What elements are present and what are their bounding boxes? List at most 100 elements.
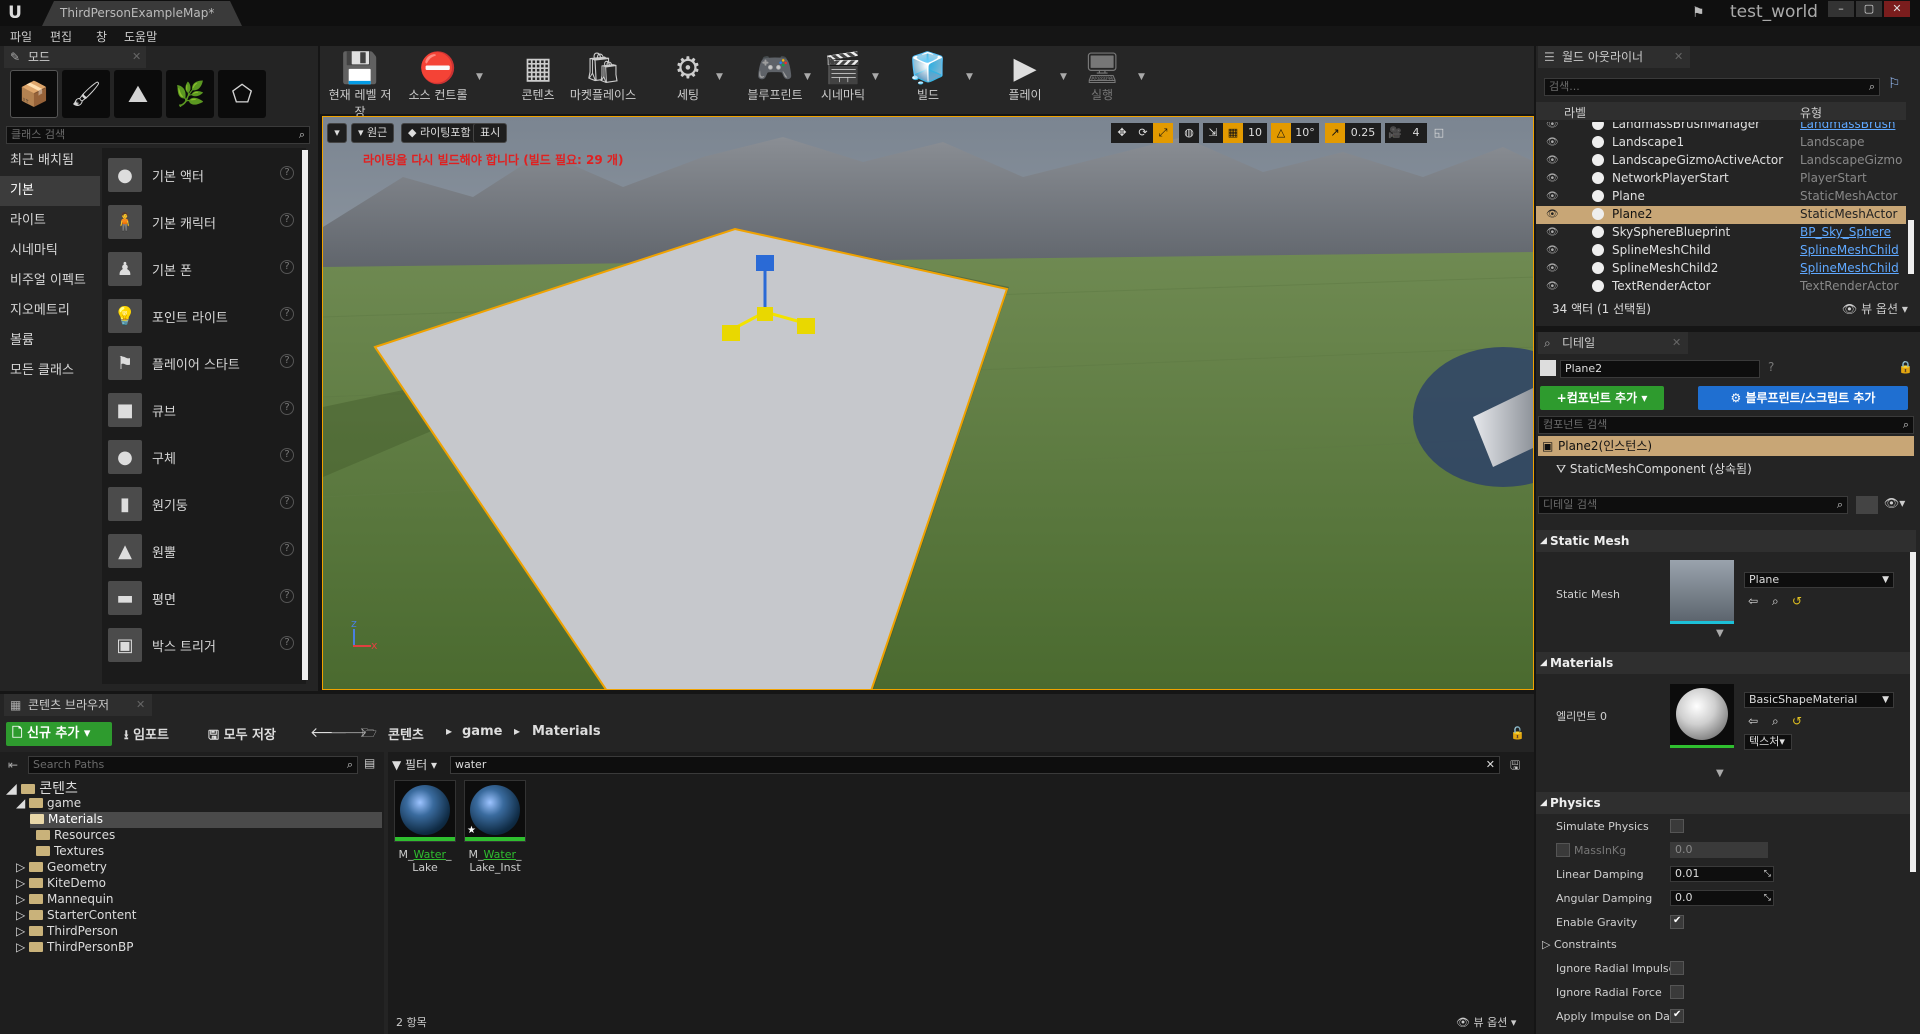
list-item[interactable]: ▮ 원기둥? [104,481,300,527]
play-button[interactable]: ▶ 플레이 [992,50,1058,110]
apply-impulse-checkbox[interactable] [1670,1009,1684,1023]
help-icon[interactable]: ? [280,354,294,368]
marketplace-button[interactable]: 🛍 마켓플레이스 [564,50,642,110]
rotation-snap-icon[interactable]: △ [1271,123,1291,143]
column-type-header[interactable]: 유형 [1800,104,1822,121]
outliner-row[interactable]: 👁 LandmassBrushManager LandmassBrush [1536,122,1906,134]
visibility-eye-icon[interactable]: 👁 [1546,227,1559,238]
texture-dropdown-button[interactable]: 텍스처▾ [1744,734,1792,750]
help-icon[interactable]: ? [280,307,294,321]
outliner-row[interactable]: 👁 SplineMeshChild SplineMeshChild [1536,242,1906,260]
material-thumbnail[interactable] [1670,684,1734,748]
tree-item[interactable]: ▷ Mannequin [16,892,114,908]
search-paths-input[interactable]: Search Paths ⌕ [28,756,358,774]
actor-type[interactable]: LandmassBrush [1800,122,1895,131]
property-matrix-icon[interactable] [1856,496,1878,514]
enable-gravity-checkbox[interactable] [1670,915,1684,929]
details-scrollbar[interactable] [1910,552,1916,872]
chevron-down-icon[interactable]: ▼ [1138,72,1145,82]
linear-damping-field[interactable]: 0.01 ⤡ [1670,866,1774,882]
scale-snap-value[interactable]: 0.25 [1345,123,1381,143]
section-physics[interactable]: ◢ Physics [1536,792,1916,814]
outliner-row[interactable]: 👁 TextRenderActor TextRenderActor [1536,278,1906,296]
collapse-sources-icon[interactable]: ⇤ [8,758,18,772]
list-item[interactable]: ♟ 기본 폰? [104,246,300,292]
tree-item[interactable]: ◢ game [16,796,81,812]
landscape-mode-icon[interactable]: ⛰ [114,70,162,118]
tab-close-icon[interactable]: ✕ [136,694,145,716]
close-icon[interactable]: ✕ [1884,1,1910,17]
menu-window[interactable]: 창 [96,28,107,45]
angular-damping-field[interactable]: 0.0 ⤡ [1670,890,1774,906]
help-icon[interactable]: ? [280,589,294,603]
category-cinematic[interactable]: 시네마틱 [0,236,100,266]
translate-tool-icon[interactable]: ✥ [1111,123,1133,143]
list-item[interactable]: 🧍 기본 캐릭터? [104,199,300,245]
geometry-edit-mode-icon[interactable]: ⬠ [218,70,266,118]
category-geometry[interactable]: 지오메트리 [0,296,100,326]
source-control-button[interactable]: ⛔ 소스 컨트롤 [400,50,476,110]
lock-icon[interactable]: 🔓 [1510,726,1525,740]
category-all-classes[interactable]: 모든 클래스 [0,356,100,386]
tab-world-outliner[interactable]: ☰ 월드 아웃라이너 ✕ [1538,46,1690,68]
browse-search-icon[interactable]: ⌕ [1772,594,1779,609]
place-mode-icon[interactable]: 📦 [10,70,58,118]
cinematic-button[interactable]: 🎬 시네마틱 [808,50,878,110]
chevron-down-icon[interactable]: ▼ [966,72,973,82]
static-mesh-thumbnail[interactable] [1670,560,1734,624]
tab-modes[interactable]: ✎ 모드 ✕ [4,46,146,68]
build-button[interactable]: 🧊 빌드 [900,50,956,110]
tree-item[interactable]: ▷ KiteDemo [16,876,106,892]
tree-item-selected[interactable]: Materials [30,812,382,828]
breadcrumb-materials[interactable]: Materials [532,724,601,739]
ignore-radial-force-checkbox[interactable] [1670,985,1684,999]
outliner-row-selected[interactable]: 👁 Plane2 StaticMeshActor [1536,206,1906,224]
tab-details[interactable]: ⌕ 디테일 ✕ [1538,332,1688,354]
breadcrumb-content[interactable]: 콘텐츠 [388,724,424,743]
grid-snap-icon[interactable]: ▦ [1223,123,1243,143]
save-search-icon[interactable]: 🖫 [1510,756,1520,777]
category-recent[interactable]: 최근 배치됨 [0,146,100,176]
list-item[interactable]: ● 기본 액터? [104,152,300,198]
visibility-eye-icon[interactable]: 👁 [1546,191,1559,202]
simulate-physics-checkbox[interactable] [1670,819,1684,833]
tree-item[interactable]: ▷ Geometry [16,860,107,876]
tree-item[interactable]: ▷ ThirdPerson [16,924,118,940]
visibility-eye-icon[interactable]: 👁 [1546,263,1559,274]
chevron-down-icon[interactable]: ▼ [476,72,483,82]
surface-snap-icon[interactable]: ⇲ [1203,123,1223,143]
visibility-eye-icon[interactable]: 👁 [1546,173,1559,184]
add-filter-icon[interactable]: ⚐ [1888,76,1901,92]
expand-arrow-icon[interactable]: ▼ [1716,768,1724,779]
outliner-row[interactable]: 👁 SkySphereBlueprint BP_Sky_Sphere [1536,224,1906,242]
list-item[interactable]: 💡 포인트 라이트? [104,293,300,339]
lighting-mode-button[interactable]: ◆ 라이팅포함 [401,123,478,143]
blueprint-script-button[interactable]: ⚙ 블루프린트/스크립트 추가 [1698,386,1908,410]
help-icon[interactable]: ? [1768,360,1774,374]
modes-scrollbar[interactable] [302,150,308,680]
asset-tile[interactable]: M_Water_ Lake [394,778,458,874]
actor-type[interactable]: SplineMeshChild [1800,261,1899,275]
import-button[interactable]: ⭳ 임포트 [124,724,169,748]
outliner-row[interactable]: 👁 Landscape1 Landscape [1536,134,1906,152]
class-search-input[interactable]: 클래스 검색 ⌕ [6,126,310,144]
tab-close-icon[interactable]: ✕ [1674,46,1683,68]
browse-search-icon[interactable]: ⌕ [1772,714,1779,729]
maximize-viewport-icon[interactable]: ◱ [1431,123,1447,143]
settings-button[interactable]: ⚙ 세팅 [660,50,716,110]
chevron-down-icon[interactable]: ▼ [872,72,879,82]
foliage-mode-icon[interactable]: 🌿 [166,70,214,118]
list-item[interactable]: ● 구체? [104,434,300,480]
asset-tile[interactable]: ★ M_Water_ Lake_Inst [464,778,528,874]
detail-search-input[interactable]: 디테일 검색 ⌕ [1538,496,1848,514]
detail-view-options-icon[interactable]: 👁▾ [1884,496,1905,510]
section-materials[interactable]: ◢ Materials [1536,652,1916,674]
list-item[interactable]: ▲ 원뿔? [104,528,300,574]
visibility-eye-icon[interactable]: 👁 [1546,209,1559,220]
scale-tool-icon[interactable]: ⤢ [1153,123,1173,143]
world-local-icon[interactable]: ◍ [1179,123,1199,143]
outliner-row[interactable]: 👁 NetworkPlayerStart PlayerStart [1536,170,1906,188]
breadcrumb-game[interactable]: game [462,724,502,739]
grid-snap-value[interactable]: 10 [1243,123,1267,143]
outliner-search-input[interactable]: 검색... ⌕ [1544,78,1880,96]
